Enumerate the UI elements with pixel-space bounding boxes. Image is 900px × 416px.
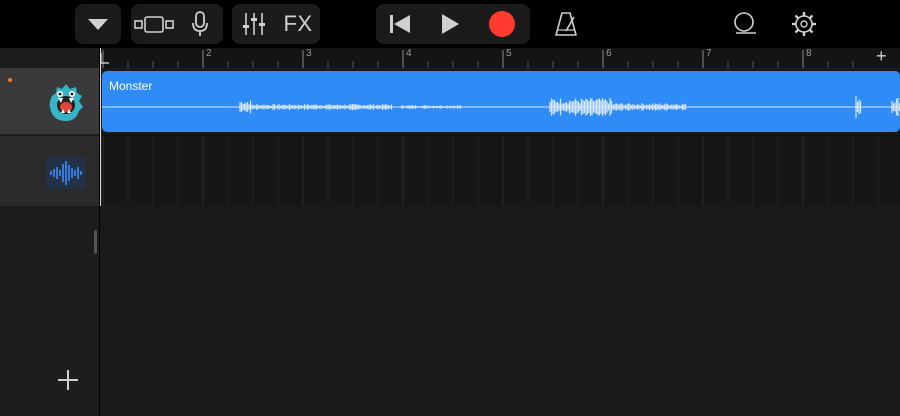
track-header-audio-recorder[interactable] [0,136,100,206]
waveform [102,95,900,119]
ruler-bar-number: 3 [306,48,312,59]
loop-icon [734,12,756,34]
go-to-beginning-button[interactable] [378,6,422,42]
audio-region[interactable]: Monster [102,71,900,132]
loop-browser-button[interactable] [726,6,762,42]
go-to-beginning-icon [390,15,410,33]
settings-button[interactable] [786,6,822,42]
playhead[interactable] [100,48,101,206]
ruler-bar-number: 2 [206,48,212,59]
play-icon [442,14,459,34]
audio-recorder-waveform-icon [46,157,86,189]
ruler-bar-number: 4 [406,48,412,59]
play-button[interactable] [428,6,472,42]
microphone-icon [192,11,208,36]
browser-view-icon [134,16,174,33]
ruler-bar-number: 8 [806,48,812,59]
dropdown-triangle-icon [88,19,108,30]
tracks-area: Monster [100,68,900,416]
plus-icon [58,370,78,390]
track-headers [0,48,100,416]
add-track-button[interactable] [56,368,80,392]
playhead-handle-icon[interactable] [100,52,110,64]
record-icon [489,11,515,37]
tracks-menu-button[interactable] [75,6,121,42]
beat-grid [102,136,879,206]
browser-button[interactable] [131,6,177,42]
fx-label: FX [283,11,313,36]
ruler-bar-number: 6 [606,48,612,59]
ruler-ticks [102,50,854,68]
fx-button[interactable]: FX [278,6,318,42]
ruler-bar-number: 5 [506,48,512,59]
track-activity-dot [8,78,12,82]
mixer-button[interactable] [234,6,274,42]
track-lane-monster[interactable]: Monster [100,68,900,134]
add-section-button[interactable]: + [876,46,887,67]
track-lane-audio-recorder[interactable] [100,136,900,206]
record-button[interactable] [480,6,524,42]
ruler-bar-number: 7 [706,48,712,59]
monster-voice-icon [49,84,83,121]
track-header-monster[interactable] [0,68,100,134]
toolbar: FX [0,0,900,48]
metronome-icon [555,12,577,36]
microphone-button[interactable] [180,6,220,42]
empty-track-area [100,206,900,416]
header-resize-handle[interactable] [94,230,97,254]
metronome-button[interactable] [548,6,584,42]
mixer-sliders-icon [243,13,265,35]
settings-gear-icon [792,12,816,36]
bar-ruler[interactable]: 2 3 4 5 6 7 8 + [100,46,900,68]
